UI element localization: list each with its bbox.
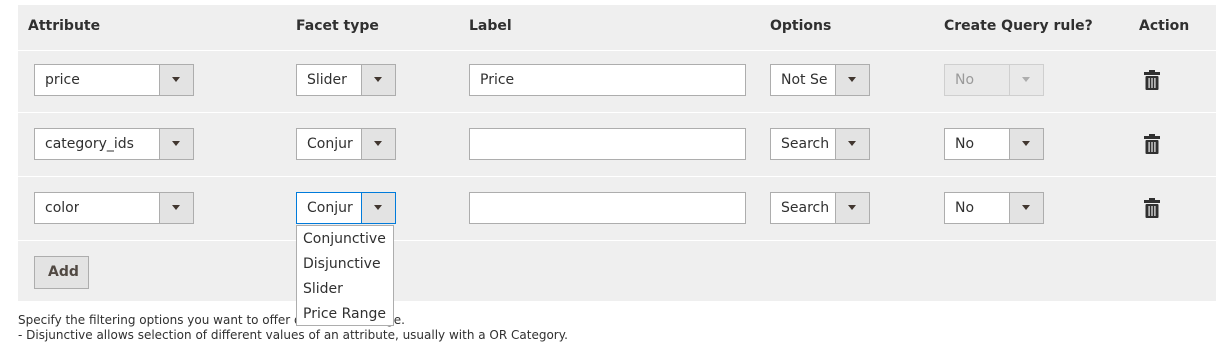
options-select[interactable]: Not Se: [770, 64, 870, 96]
help-text-start: Specify the filtering options you want t…: [18, 313, 321, 327]
options-select-value: Search: [781, 200, 830, 216]
query-rule-select-value: No: [955, 136, 975, 152]
chevron-down-icon: [1022, 205, 1030, 210]
attribute-select[interactable]: color: [34, 192, 194, 224]
query-rule-select-value: No: [955, 200, 975, 216]
header-create-query-rule: Create Query rule?: [944, 18, 1093, 34]
attribute-select[interactable]: price: [34, 64, 194, 96]
row-divider: [18, 50, 1216, 51]
query-rule-select-toggle: [1009, 65, 1043, 95]
dropdown-option-disjunctive[interactable]: Disjunctive: [303, 256, 381, 272]
options-select-value: Not Se: [781, 72, 828, 88]
label-input[interactable]: [469, 192, 746, 224]
chevron-down-icon: [848, 205, 856, 210]
options-select-toggle[interactable]: [835, 193, 869, 223]
chevron-down-icon: [1022, 141, 1030, 146]
row-divider: [18, 112, 1216, 113]
facet-type-select-value: Slider: [307, 72, 347, 88]
label-input[interactable]: Price: [469, 64, 746, 96]
attribute-select-value: price: [45, 72, 80, 88]
facet-type-select-toggle[interactable]: [361, 65, 395, 95]
dropdown-option-price-range[interactable]: Price Range: [303, 306, 386, 322]
row-divider: [18, 176, 1216, 177]
header-label: Label: [469, 18, 512, 34]
attribute-select-toggle[interactable]: [159, 193, 193, 223]
options-select-value: Search: [781, 136, 830, 152]
facet-type-select[interactable]: Slider: [296, 64, 396, 96]
options-select-toggle[interactable]: [835, 65, 869, 95]
trash-icon[interactable]: [1144, 70, 1160, 90]
header-attribute: Attribute: [28, 18, 101, 34]
chevron-down-icon: [848, 141, 856, 146]
query-rule-select-toggle[interactable]: [1009, 129, 1043, 159]
facet-type-select-toggle[interactable]: [361, 193, 395, 223]
chevron-down-icon: [172, 77, 180, 82]
facet-type-select-value: Conjur: [307, 200, 353, 216]
facet-type-select-toggle[interactable]: [361, 129, 395, 159]
dropdown-option-conjunctive[interactable]: Conjunctive: [303, 231, 386, 247]
trash-icon[interactable]: [1144, 198, 1160, 218]
query-rule-select-value: No: [955, 72, 975, 88]
chevron-down-icon: [1022, 77, 1030, 82]
header-facet-type: Facet type: [296, 18, 379, 34]
facet-type-select[interactable]: Conjur: [296, 128, 396, 160]
header-options: Options: [770, 18, 832, 34]
query-rule-select[interactable]: No: [944, 128, 1044, 160]
add-row-button[interactable]: Add: [34, 256, 89, 289]
chevron-down-icon: [374, 141, 382, 146]
attribute-select[interactable]: category_ids: [34, 128, 194, 160]
table-header: Attribute Facet type Label Options Creat…: [18, 5, 1216, 50]
options-select[interactable]: Search: [770, 128, 870, 160]
label-input[interactable]: [469, 128, 746, 160]
attribute-select-value: category_ids: [45, 136, 134, 152]
row-divider: [18, 240, 1216, 241]
options-select-toggle[interactable]: [835, 129, 869, 159]
attribute-select-toggle[interactable]: [159, 65, 193, 95]
query-rule-select[interactable]: No: [944, 192, 1044, 224]
query-rule-select-toggle[interactable]: [1009, 193, 1043, 223]
attribute-select-toggle[interactable]: [159, 129, 193, 159]
facet-type-select[interactable]: Conjur: [296, 192, 396, 224]
query-rule-select: No: [944, 64, 1044, 96]
attribute-select-value: color: [45, 200, 80, 216]
chevron-down-icon: [374, 205, 382, 210]
facet-type-select-value: Conjur: [307, 136, 353, 152]
dropdown-option-slider[interactable]: Slider: [303, 281, 343, 297]
label-input-value: Price: [480, 72, 515, 88]
chevron-down-icon: [172, 141, 180, 146]
add-row-button-label: Add: [48, 264, 79, 280]
trash-icon[interactable]: [1144, 134, 1160, 154]
chevron-down-icon: [374, 77, 382, 82]
chevron-down-icon: [172, 205, 180, 210]
chevron-down-icon: [848, 77, 856, 82]
header-action: Action: [1139, 18, 1190, 34]
help-text-line2: - Disjunctive allows selection of differ…: [18, 328, 568, 342]
options-select[interactable]: Search: [770, 192, 870, 224]
facet-type-dropdown-menu: Conjunctive Disjunctive Slider Price Ran…: [296, 225, 394, 326]
